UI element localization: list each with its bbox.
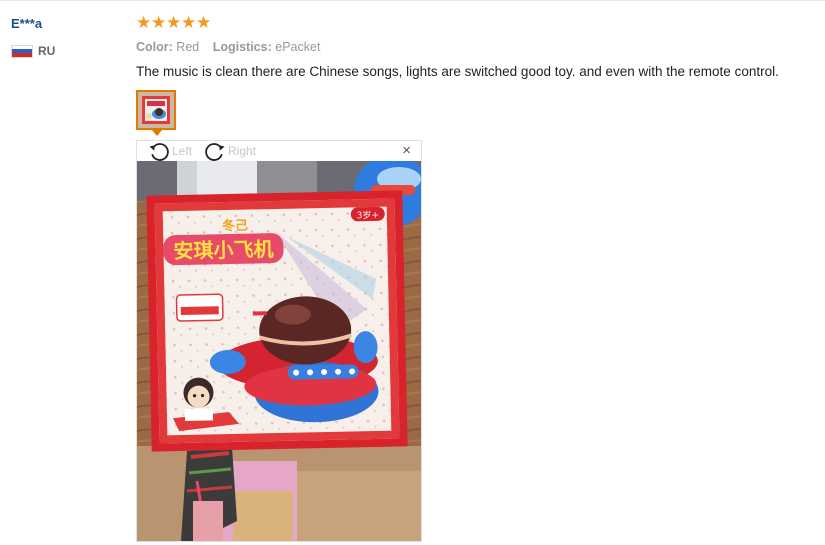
star-icon: ★: [181, 13, 197, 32]
rotate-right-label: Right: [228, 144, 257, 158]
buyer-name: E***a: [11, 16, 43, 31]
box-brand-text: 冬己: [222, 218, 248, 235]
star-icon: ★: [151, 13, 167, 32]
country-code: RU: [38, 44, 56, 58]
russia-flag-icon: [11, 44, 33, 58]
logistics-label: Logistics:: [212, 40, 272, 54]
close-viewer-button[interactable]: ×: [402, 143, 411, 159]
star-rating: ★ ★ ★ ★ ★: [136, 13, 211, 33]
logistics-value: ePacket: [275, 40, 321, 54]
review-photo-image: 安琪小飞机 冬己 3岁+: [137, 161, 421, 541]
rotate-left-icon: [149, 143, 169, 161]
star-icon: ★: [136, 13, 152, 32]
thumbnail-pointer: [151, 129, 163, 136]
rotate-left-button[interactable]: Left: [147, 141, 192, 161]
star-icon: ★: [196, 13, 212, 32]
viewer-toolbar: Left Right ×: [137, 141, 421, 161]
box-title-text: 安琪小飞机: [173, 237, 273, 263]
box-age-badge: 3岁+: [357, 209, 380, 221]
thumbnail-image: [138, 92, 174, 128]
star-icon: ★: [166, 13, 182, 32]
feedback-text: The music is clean there are Chinese son…: [136, 64, 779, 79]
order-attributes: Color: Red Logistics: ePacket: [136, 40, 330, 54]
buyer-country: RU: [11, 44, 55, 58]
review-photo: 安琪小飞机 冬己 3岁+: [137, 161, 421, 541]
review-photo-thumbnail[interactable]: [136, 90, 176, 130]
color-label: Color:: [136, 40, 173, 54]
rotate-right-icon: [205, 143, 225, 161]
photo-viewer: Left Right × 安琪小飞机 冬己 3岁+: [136, 140, 422, 542]
rotate-right-button[interactable]: Right: [203, 141, 256, 161]
top-divider: [0, 0, 825, 1]
color-value: Red: [176, 40, 200, 54]
rotate-left-label: Left: [172, 144, 193, 158]
